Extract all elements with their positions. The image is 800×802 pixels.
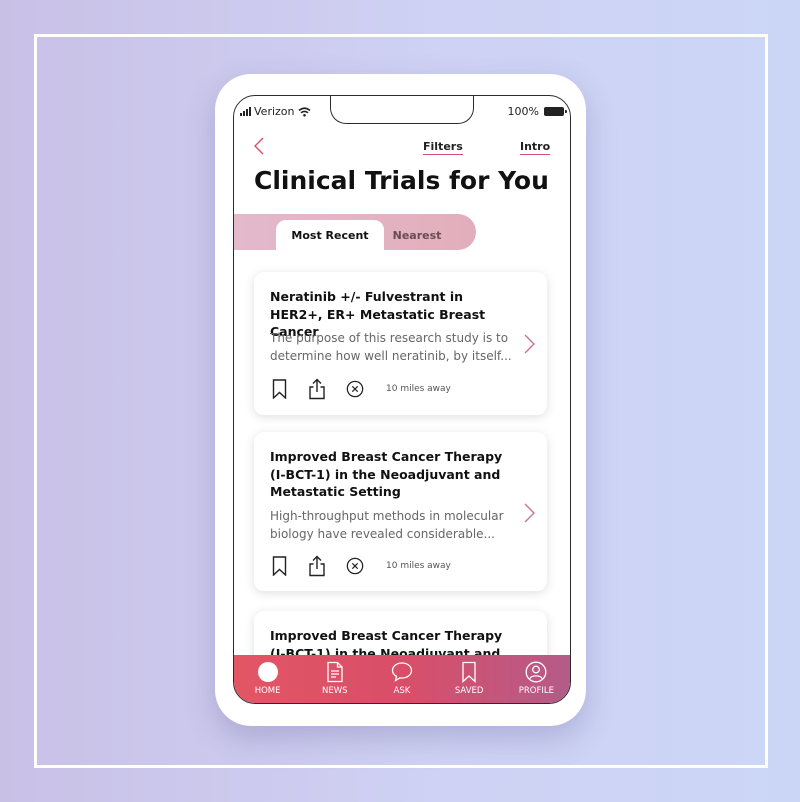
sort-tab-bar: Most Recent Nearest <box>234 214 476 250</box>
trial-card[interactable]: Neratinib +/- Fulvestrant in HER2+, ER+ … <box>254 272 547 415</box>
news-icon <box>327 661 343 683</box>
chevron-right-icon[interactable] <box>523 502 537 524</box>
bookmark-icon[interactable] <box>270 378 288 400</box>
nav-label: PROFILE <box>518 686 554 696</box>
battery-percent: 100% <box>507 105 539 118</box>
trial-actions: 10 miles away <box>270 378 451 400</box>
tab-most-recent[interactable]: Most Recent <box>276 220 384 250</box>
battery-icon <box>544 107 567 116</box>
dismiss-icon[interactable] <box>346 378 364 400</box>
chevron-right-icon[interactable] <box>523 333 537 355</box>
page-title: Clinical Trials for You <box>254 166 549 195</box>
wifi-icon <box>297 106 311 117</box>
tab-nearest[interactable]: Nearest <box>384 220 450 250</box>
home-icon <box>257 662 278 682</box>
trial-actions: 10 miles away <box>270 555 451 577</box>
dismiss-icon[interactable] <box>346 555 364 577</box>
bookmark-icon <box>462 661 476 683</box>
nav-label: HOME <box>254 686 281 696</box>
back-chevron-icon[interactable] <box>250 136 270 156</box>
chat-bubble-icon <box>391 662 413 682</box>
phone-notch <box>330 96 474 124</box>
status-bar-right: 100% <box>507 105 567 118</box>
status-bar-left: Verizon <box>240 105 311 118</box>
share-icon[interactable] <box>308 555 326 577</box>
carrier-name: Verizon <box>254 105 295 118</box>
trial-card[interactable]: Improved Breast Cancer Therapy (I-BCT-1)… <box>254 432 547 591</box>
filters-link[interactable]: Filters <box>423 140 463 155</box>
nav-news[interactable]: NEWS <box>304 661 366 696</box>
nav-profile[interactable]: PROFILE <box>505 661 567 696</box>
bookmark-icon[interactable] <box>270 555 288 577</box>
nav-label: SAVED <box>454 686 484 696</box>
trial-distance: 10 miles away <box>386 384 451 394</box>
trial-description: High-throughput methods in molecular bio… <box>270 509 504 541</box>
phone-device: Verizon 100% Filters Intro Clinical Tria… <box>215 74 586 726</box>
intro-link[interactable]: Intro <box>520 140 551 155</box>
share-icon[interactable] <box>308 378 326 400</box>
nav-label: NEWS <box>322 686 348 696</box>
nav-home[interactable]: HOME <box>237 661 299 696</box>
trial-description: The purpose of this research study is to… <box>270 331 512 363</box>
nav-ask[interactable]: ASK <box>371 661 433 696</box>
trial-distance: 10 miles away <box>386 561 451 571</box>
profile-icon <box>525 661 547 683</box>
app-screen: Verizon 100% Filters Intro Clinical Tria… <box>233 95 571 704</box>
nav-label: ASK <box>393 686 411 696</box>
trial-title: Improved Breast Cancer Therapy (I-BCT-1)… <box>270 449 503 499</box>
nav-saved[interactable]: SAVED <box>438 661 500 696</box>
signal-icon <box>240 107 251 116</box>
bottom-nav: HOME NEWS ASK SAVED PROFILE <box>234 655 570 703</box>
